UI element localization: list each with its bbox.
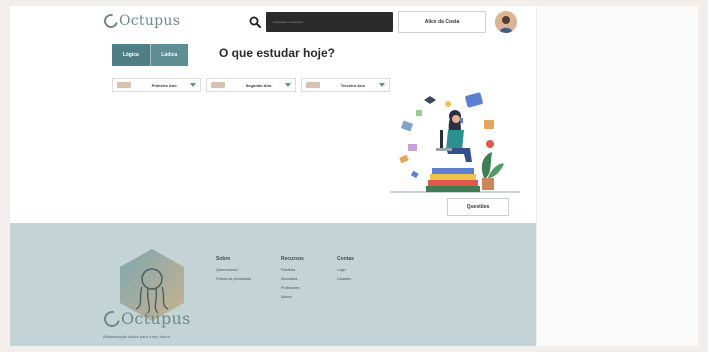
footer-column-contas: Contas Login Cadastro bbox=[337, 256, 354, 284]
year-swatch bbox=[211, 82, 226, 88]
subject-tabs: Lógica Lúdica bbox=[112, 44, 188, 66]
year-select-terceiro[interactable]: Terceiro Ano bbox=[300, 78, 390, 92]
octopus-logo-icon bbox=[101, 307, 123, 330]
student-study-illustration bbox=[390, 92, 520, 193]
footer-logo-text: Octupus bbox=[121, 309, 191, 328]
user-name-button[interactable]: Alice da Costa bbox=[398, 11, 486, 33]
page: Octupus Pesquisar um assunto... Alice da… bbox=[10, 6, 698, 346]
empty-side-panel bbox=[536, 6, 698, 346]
chevron-down-icon[interactable] bbox=[190, 83, 197, 87]
footer-link[interactable]: Login bbox=[337, 266, 354, 275]
footer-column-title: Sobre bbox=[216, 256, 231, 262]
footer: Octupus Alfabetização lúdica para o seu … bbox=[10, 223, 536, 346]
footer-link[interactable]: Simulados bbox=[281, 275, 304, 284]
footer-column-title: Recursos bbox=[281, 256, 304, 262]
header-logo[interactable]: Octupus bbox=[101, 11, 181, 31]
footer-link[interactable]: Política de privacidade bbox=[216, 275, 251, 284]
year-swatch bbox=[117, 82, 131, 88]
year-select-primeiro[interactable]: Primeiro Ano bbox=[112, 78, 202, 92]
year-select-label: Primeiro Ano bbox=[151, 82, 177, 88]
footer-column-sobre: Sobre Quem somos? Política de privacidad… bbox=[216, 256, 251, 284]
footer-column-title: Contas bbox=[337, 256, 354, 262]
search-placeholder: Pesquisar um assunto... bbox=[273, 20, 306, 24]
octopus-logo-icon bbox=[101, 11, 121, 31]
year-selectors: Primeiro Ano Segundo Ano Terceiro Ano bbox=[112, 78, 390, 92]
logo-text: Octupus bbox=[119, 13, 181, 29]
tab-ludica[interactable]: Lúdica bbox=[149, 44, 189, 66]
footer-link[interactable]: Alunos bbox=[281, 293, 304, 302]
footer-logo[interactable]: Octupus bbox=[101, 307, 191, 330]
year-select-segundo[interactable]: Segundo Ano bbox=[206, 78, 296, 92]
page-title: O que estudar hoje? bbox=[219, 46, 336, 60]
year-swatch bbox=[305, 82, 320, 88]
questions-button[interactable]: Questões bbox=[447, 198, 509, 216]
footer-link[interactable]: Planilhas bbox=[281, 266, 304, 275]
footer-link[interactable]: Cadastro bbox=[337, 275, 354, 284]
chevron-down-icon[interactable] bbox=[284, 83, 291, 87]
chevron-down-icon[interactable] bbox=[378, 83, 385, 87]
footer-column-recursos: Recursos Planilhas Simulados Professores… bbox=[281, 256, 304, 302]
footer-tagline: Alfabetização lúdica para o seu futuro bbox=[103, 334, 170, 339]
search-icon[interactable] bbox=[249, 16, 261, 28]
footer-link[interactable]: Professores bbox=[281, 284, 304, 293]
avatar[interactable] bbox=[495, 11, 517, 33]
search-input[interactable]: Pesquisar um assunto... bbox=[266, 12, 393, 32]
year-select-label: Segundo Ano bbox=[245, 82, 272, 88]
footer-link[interactable]: Quem somos? bbox=[216, 266, 251, 275]
tab-logica[interactable]: Lógica bbox=[112, 44, 150, 66]
year-select-label: Terceiro Ano bbox=[340, 82, 365, 88]
